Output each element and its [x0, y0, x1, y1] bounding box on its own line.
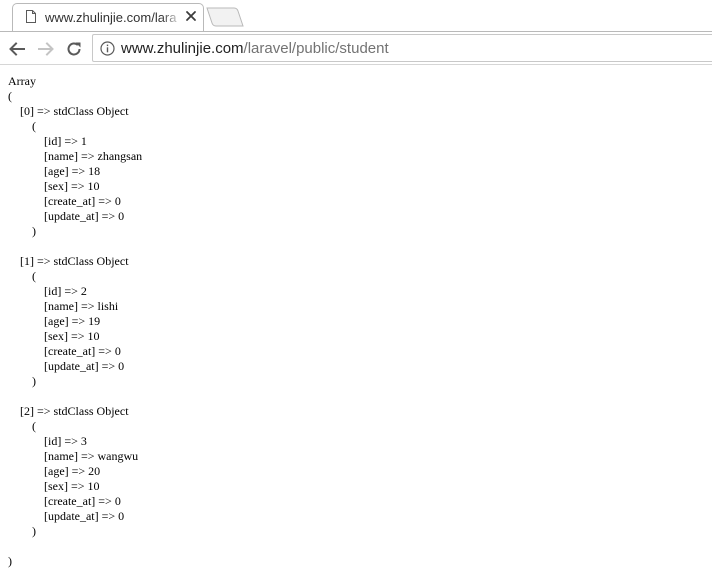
browser-tab[interactable]: www.zhulinjie.com/lara — [12, 3, 204, 32]
browser-toolbar: www.zhulinjie.com/laravel/public/student — [0, 31, 712, 65]
page-icon — [26, 10, 36, 23]
new-tab-button[interactable] — [206, 7, 244, 27]
url-text: www.zhulinjie.com/laravel/public/student — [121, 40, 389, 58]
print-r-output: Array ( [0] => stdClass Object ( [id] =>… — [8, 74, 143, 568]
forward-arrow-icon[interactable] — [35, 38, 57, 60]
url-host: www.zhulinjie.com — [121, 40, 244, 57]
info-icon[interactable] — [100, 41, 115, 56]
tab-strip: www.zhulinjie.com/lara — [0, 0, 712, 32]
reload-icon[interactable] — [63, 38, 85, 60]
url-path: /laravel/public/student — [243, 40, 389, 57]
address-bar[interactable]: www.zhulinjie.com/laravel/public/student — [92, 34, 712, 62]
close-icon[interactable] — [184, 9, 198, 23]
tab-title-fade — [161, 8, 183, 28]
back-arrow-icon[interactable] — [6, 38, 28, 60]
